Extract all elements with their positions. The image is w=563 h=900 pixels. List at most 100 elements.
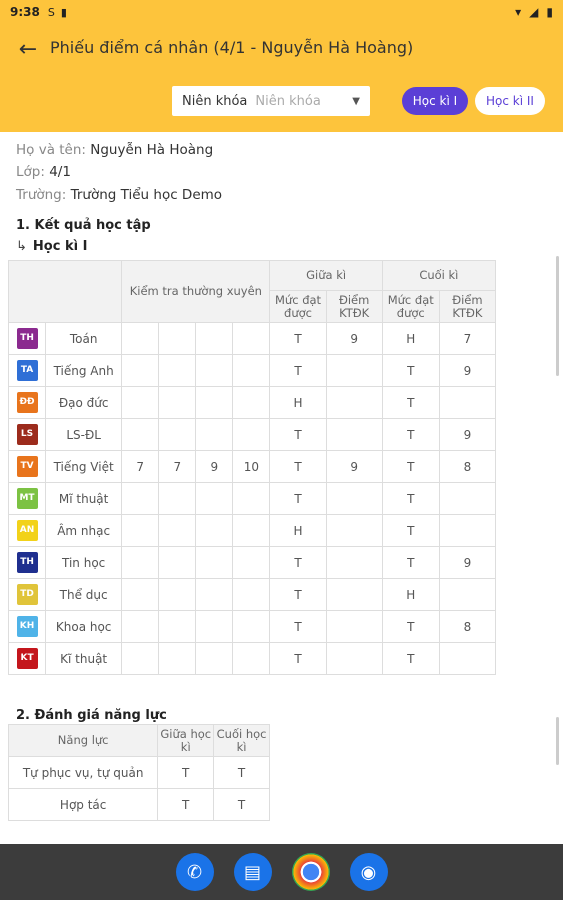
regular-score [232,610,271,643]
subject-badge: KT [16,648,38,669]
subject-name: Toán [45,322,123,355]
grade-row: TD Thể dục T H [7,578,497,611]
subject-badge: MT [16,488,38,509]
section-learning-results-title: 1. Kết quả học tập [16,218,151,233]
mid-score [325,386,383,419]
final-level: T [381,546,440,579]
scrollbar-bottom[interactable] [556,717,559,765]
mid-level: T [269,450,327,483]
subject-name: Tin học [45,546,123,579]
final-level: T [381,418,440,451]
header-ability-final: Cuối học kì [213,724,270,757]
semester-2-button[interactable]: Học kì II [475,87,545,115]
header-subject-cell [7,260,123,323]
ability-final: T [213,756,270,789]
subject-badge: TV [16,456,38,477]
subject-name: Đạo đức [45,386,123,419]
back-arrow-icon[interactable]: ← [14,36,42,64]
final-level: T [381,450,440,483]
camera-app-icon[interactable]: ◉ [349,853,388,891]
chrome-app-icon[interactable] [291,853,330,891]
student-school-label: Trường: [16,187,67,203]
grade-row: LS LS-ĐL T T 9 [7,418,497,451]
regular-score [232,482,271,515]
regular-score [158,578,197,611]
ability-name: Tự phục vụ, tự quản [7,756,159,789]
final-level: T [381,514,440,547]
regular-score [121,386,160,419]
regular-score [121,546,160,579]
final-score [438,386,497,419]
ability-final: T [213,788,270,821]
subject-name: Mĩ thuật [45,482,123,515]
regular-score [158,322,197,355]
regular-score [121,578,160,611]
header-final-level: Mức đạt được [381,290,440,323]
final-score: 9 [438,354,497,387]
final-level: H [381,322,440,355]
regular-score [195,482,234,515]
regular-score [121,418,160,451]
header-final: Cuối kì [381,260,497,291]
school-year-dropdown[interactable]: Niên khóa Niên khóa ▼ [172,86,370,116]
semester-1-button[interactable]: Học kì I [402,87,468,115]
regular-score [195,610,234,643]
phone-app-icon[interactable]: ✆ [175,853,214,891]
grade-row: TH Toán T 9 H 7 [7,322,497,355]
mid-score: 9 [325,450,383,483]
ability-row: Tự phục vụ, tự quản T T [7,756,270,789]
mid-score [325,514,383,547]
regular-score [195,322,234,355]
subject-name: Kĩ thuật [45,642,123,675]
mid-level: H [269,514,327,547]
header-mid-score: Điểm KTĐK [325,290,383,323]
subject-name: Thể dục [45,578,123,611]
regular-score [195,418,234,451]
student-name-label: Họ và tên: [16,142,86,158]
grade-row: ĐĐ Đạo đức H T [7,386,497,419]
mid-level: T [269,322,327,355]
subject-badge: ĐĐ [16,392,38,413]
subdirectory-arrow-icon: ↳ [16,239,27,254]
mid-score [325,578,383,611]
mid-level: T [269,610,327,643]
header-final-score: Điểm KTĐK [438,290,497,323]
subject-name: Tiếng Anh [45,354,123,387]
regular-score [195,354,234,387]
subject-name: Khoa học [45,610,123,643]
subject-badge-cell: TV [7,450,47,483]
scrollbar-top[interactable] [556,256,559,376]
final-level: T [381,386,440,419]
section-ability-title: 2. Đánh giá năng lực [16,708,167,723]
final-level: T [381,610,440,643]
regular-score: 7 [158,450,197,483]
student-name-row: Họ và tên: Nguyễn Hà Hoàng [16,142,213,158]
regular-score [232,386,271,419]
subject-badge: AN [16,520,38,541]
final-score [438,578,497,611]
grades-table: Kiểm tra thường xuyên Giữa kì Cuối kì Mứ… [7,260,497,675]
subject-badge: LS [16,424,38,445]
regular-score: 10 [232,450,271,483]
regular-score [195,642,234,675]
regular-score [158,418,197,451]
header-mid-level: Mức đạt được [269,290,327,323]
sd-card-icon: ▮ [60,5,67,19]
mid-level: H [269,386,327,419]
subject-badge-cell: TH [7,546,47,579]
mid-score [325,354,383,387]
report-content[interactable]: Họ và tên: Nguyễn Hà Hoàng Lớp: 4/1 Trườ… [0,132,563,844]
ability-name: Hợp tác [7,788,159,821]
ability-mid: T [157,788,215,821]
mid-score [325,482,383,515]
messages-app-icon[interactable]: ▤ [233,853,272,891]
subject-badge-cell: KT [7,642,47,675]
regular-score [232,322,271,355]
school-year-label: Niên khóa [182,93,248,109]
s-icon: S [47,5,55,19]
subject-badge: TH [16,552,38,573]
subject-name: LS-ĐL [45,418,123,451]
regular-score [158,482,197,515]
grade-row: TA Tiếng Anh T T 9 [7,354,497,387]
subject-badge: TD [16,584,38,605]
